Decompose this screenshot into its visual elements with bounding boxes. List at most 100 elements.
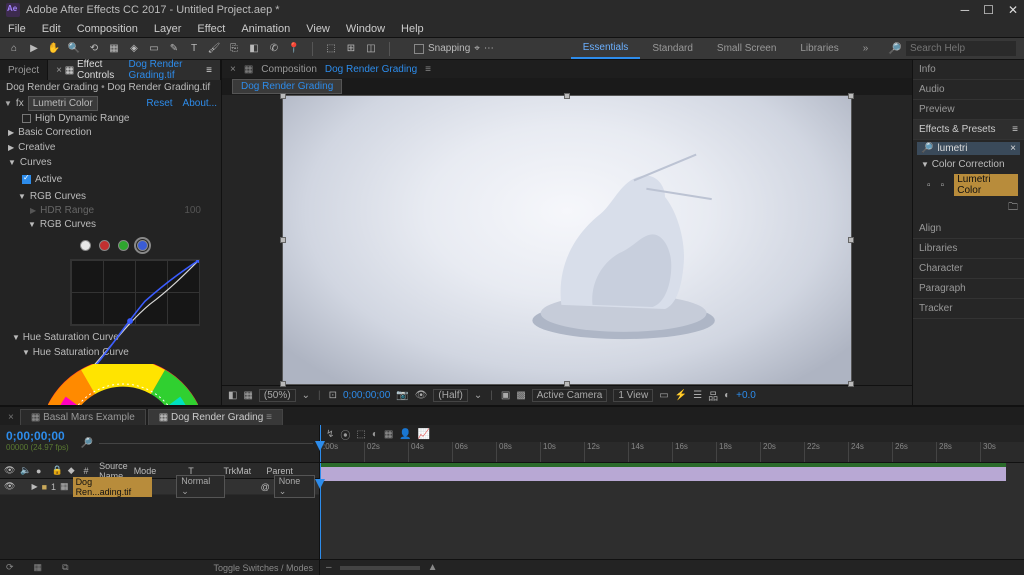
keyframe-nav-icon[interactable]: ⦿: [340, 427, 350, 442]
workspace-small-screen[interactable]: Small Screen: [705, 38, 788, 59]
layer-visible-icon[interactable]: 👁: [4, 481, 15, 492]
timeline-ruler[interactable]: :00s 02s 04s 06s 08s 10s 12s 14s 16s 18s…: [320, 442, 1024, 462]
axis-world-icon[interactable]: ⊞: [343, 41, 359, 57]
blend-mode-dropdown[interactable]: Normal ⌄: [176, 475, 225, 498]
video-col-icon[interactable]: 👁: [4, 465, 14, 476]
text-tool-icon[interactable]: T: [186, 41, 202, 57]
transform-handle[interactable]: [564, 93, 570, 99]
maximize-button[interactable]: ☐: [983, 3, 994, 17]
lock-col-icon[interactable]: 🔒: [52, 465, 62, 476]
rect-tool-icon[interactable]: ▭: [146, 41, 162, 57]
transform-handle[interactable]: [848, 237, 854, 243]
hand-tool-icon[interactable]: ✋: [46, 41, 62, 57]
curve-channel-green[interactable]: [118, 240, 129, 251]
comp-close-icon[interactable]: ×: [230, 64, 236, 75]
workspace-libraries[interactable]: Libraries: [788, 38, 850, 59]
new-bin-icon[interactable]: 🗀: [1008, 202, 1018, 213]
channel-icon[interactable]: ▦: [243, 390, 252, 401]
search-help-input[interactable]: [906, 41, 1016, 56]
panel-effects-presets[interactable]: Effects & Presets≡: [913, 120, 1024, 140]
frame-blend-icon[interactable]: ▦: [384, 429, 393, 440]
curves-active-checkbox[interactable]: [22, 175, 31, 184]
composition-viewer[interactable]: [222, 95, 912, 385]
comp-name-link[interactable]: Dog Render Grading: [325, 64, 417, 75]
rgb-curve-editor[interactable]: [70, 259, 200, 326]
label-col-icon[interactable]: ◆: [68, 465, 78, 476]
transparency-grid-icon[interactable]: ▩: [516, 390, 525, 401]
section-creative[interactable]: ▶Creative: [0, 140, 221, 155]
current-timecode[interactable]: 0;00;00;00: [6, 429, 69, 443]
comp-flowchart-tab[interactable]: Dog Render Grading: [232, 79, 342, 94]
pen-tool-icon[interactable]: ✎: [166, 41, 182, 57]
shy-icon[interactable]: ⟳: [6, 562, 14, 573]
curve-channel-blue[interactable]: [137, 240, 148, 251]
curve-channel-master[interactable]: [80, 240, 91, 251]
layer-duration-bar[interactable]: [320, 467, 1006, 481]
timeline-icon[interactable]: ☰: [693, 390, 702, 401]
transform-handle[interactable]: [564, 381, 570, 387]
axis-view-icon[interactable]: ◫: [363, 41, 379, 57]
hdr-checkbox[interactable]: [22, 114, 31, 123]
fx-disclosure-icon[interactable]: ▼: [4, 99, 12, 108]
snapping-options-icon[interactable]: ⋯: [484, 43, 494, 54]
panel-character[interactable]: Character: [913, 259, 1024, 279]
home-icon[interactable]: ⌂: [6, 41, 22, 57]
timeline-tab-1[interactable]: ▦ Basal Mars Example: [20, 409, 146, 425]
transform-handle[interactable]: [848, 93, 854, 99]
solo-col-icon[interactable]: ●: [36, 466, 46, 476]
hdr-range-value[interactable]: 100: [184, 205, 201, 216]
breadcrumb-layer[interactable]: Dog Render Grading.tif: [107, 82, 210, 93]
transform-handle[interactable]: [280, 93, 286, 99]
flowchart-icon[interactable]: 品: [708, 388, 718, 403]
snapshot-icon[interactable]: 📷: [396, 390, 408, 401]
panel-menu-icon[interactable]: ≡: [206, 65, 212, 76]
minimize-button[interactable]: ─: [961, 3, 970, 17]
exposure-value[interactable]: +0.0: [736, 390, 756, 401]
snapping-checkbox[interactable]: [414, 44, 424, 54]
axis-local-icon[interactable]: ⬚: [323, 41, 339, 57]
menu-file[interactable]: File: [8, 23, 26, 35]
zoom-chevron-icon[interactable]: ⌄: [302, 390, 310, 401]
fx-enable-icon[interactable]: fx: [16, 98, 24, 109]
playhead[interactable]: [320, 425, 321, 462]
res-chevron-icon[interactable]: ⌄: [474, 390, 482, 401]
camera-tool-icon[interactable]: ▦: [106, 41, 122, 57]
timecode-display[interactable]: 0;00;00;00: [343, 390, 390, 401]
panel-tracker[interactable]: Tracker: [913, 299, 1024, 319]
curve-channel-red[interactable]: [99, 240, 110, 251]
panel-paragraph[interactable]: Paragraph: [913, 279, 1024, 299]
toggle-switches-label[interactable]: Toggle Switches / Modes: [213, 563, 313, 573]
panel-libraries[interactable]: Libraries: [913, 239, 1024, 259]
parent-pickwhip-icon[interactable]: @: [261, 482, 270, 492]
workspace-essentials[interactable]: Essentials: [571, 38, 641, 59]
effect-controls-tab[interactable]: × ▦ Effect Controls Dog Render Grading.t…: [48, 60, 221, 80]
puppet-tool-icon[interactable]: 📍: [286, 41, 302, 57]
shy-toggle-icon[interactable]: 👤: [399, 429, 411, 440]
show-snapshot-icon[interactable]: 👁: [415, 390, 428, 401]
clear-icon[interactable]: ×: [1010, 143, 1016, 154]
section-basic-correction[interactable]: ▶Basic Correction: [0, 125, 221, 140]
panel-align[interactable]: Align: [913, 219, 1024, 239]
timeline-tab-2[interactable]: ▦ Dog Render Grading ≡: [148, 409, 283, 425]
menu-animation[interactable]: Animation: [241, 23, 290, 35]
comp-panel-menu-icon[interactable]: ≡: [425, 64, 431, 75]
timeline-tracks[interactable]: [320, 463, 1024, 559]
effect-about-link[interactable]: About...: [183, 98, 217, 109]
graph-icon[interactable]: ↯: [326, 429, 334, 440]
breadcrumb-comp[interactable]: Dog Render Grading: [6, 82, 98, 93]
roi-icon[interactable]: ▣: [501, 390, 510, 401]
brush-tool-icon[interactable]: 🖌: [206, 41, 222, 57]
menu-edit[interactable]: Edit: [42, 23, 61, 35]
pixel-aspect-icon[interactable]: ▭: [659, 390, 668, 401]
effects-folder[interactable]: ▼ Color Correction: [913, 157, 1024, 172]
zoom-in-icon[interactable]: ▲: [428, 562, 438, 573]
res-auto-icon[interactable]: ⊡: [329, 390, 337, 401]
panel-info[interactable]: Info: [913, 60, 1024, 80]
exposure-reset-icon[interactable]: ◐: [724, 390, 730, 401]
parent-col[interactable]: Parent: [266, 466, 315, 476]
mode-col[interactable]: Mode: [134, 466, 183, 476]
hue-saturation-wheel[interactable]: [48, 364, 198, 405]
effect-name-label[interactable]: Lumetri Color: [28, 96, 98, 111]
playhead-line[interactable]: [320, 463, 321, 559]
timeline-close-icon[interactable]: ×: [4, 410, 18, 425]
